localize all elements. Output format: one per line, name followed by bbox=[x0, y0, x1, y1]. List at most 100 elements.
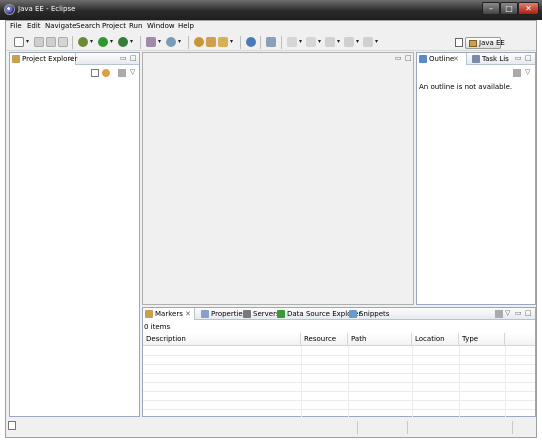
chevron-down-icon[interactable]: ▾ bbox=[299, 38, 302, 45]
fast-view-icon[interactable] bbox=[8, 421, 16, 430]
web-browser-icon[interactable] bbox=[246, 37, 256, 47]
markers-table[interactable]: Description Resource Path Location Type bbox=[143, 333, 535, 417]
menu-navigate[interactable]: Navigate bbox=[45, 22, 76, 30]
maximize-icon[interactable]: □ bbox=[405, 53, 412, 64]
column-header-type[interactable]: Type bbox=[459, 333, 505, 346]
chevron-down-icon[interactable]: ▾ bbox=[158, 38, 161, 45]
chevron-down-icon[interactable]: ▾ bbox=[230, 38, 233, 45]
link-with-editor-icon[interactable] bbox=[102, 69, 110, 77]
tab-snippets[interactable]: Snippets bbox=[347, 308, 389, 320]
menu-run[interactable]: Run bbox=[129, 22, 142, 30]
print-icon[interactable] bbox=[58, 37, 68, 47]
properties-icon bbox=[201, 310, 209, 318]
chevron-down-icon[interactable]: ▾ bbox=[356, 38, 359, 45]
chevron-down-icon[interactable]: ▾ bbox=[26, 38, 29, 45]
maximize-button[interactable]: □ bbox=[500, 2, 518, 15]
menu-project[interactable]: Project bbox=[102, 22, 126, 30]
menu-window[interactable]: Window bbox=[147, 22, 175, 30]
tab-label: Task Lis bbox=[482, 55, 509, 63]
debug-icon[interactable] bbox=[78, 37, 88, 47]
eclipse-app-icon bbox=[4, 4, 15, 15]
outline-panel: Outline ✕ Task Lis ▭ □ ▽ An outline is n… bbox=[416, 52, 536, 305]
new-java-project-icon[interactable] bbox=[146, 37, 156, 47]
view-menu-icon[interactable]: ▽ bbox=[130, 67, 135, 78]
menu-edit[interactable]: Edit bbox=[27, 22, 41, 30]
project-explorer-tabstrip: Project Explorer ✕ ▭ □ bbox=[10, 53, 139, 65]
tab-servers[interactable]: Servers bbox=[241, 308, 280, 320]
view-menu-icon[interactable] bbox=[118, 69, 126, 77]
tab-project-explorer[interactable]: Project Explorer bbox=[10, 53, 77, 65]
outline-tabstrip: Outline ✕ Task Lis ▭ □ bbox=[417, 53, 535, 65]
column-header-path[interactable]: Path bbox=[348, 333, 412, 346]
minimize-icon[interactable]: ▭ bbox=[120, 53, 127, 64]
chevron-down-icon[interactable]: ▾ bbox=[130, 38, 133, 45]
collapse-all-icon[interactable] bbox=[91, 69, 99, 77]
open-perspective-icon[interactable] bbox=[455, 38, 463, 47]
project-explorer-icon bbox=[12, 55, 20, 63]
forward-icon[interactable] bbox=[363, 37, 373, 47]
prev-annotation-icon[interactable] bbox=[306, 37, 316, 47]
chevron-down-icon[interactable]: ▾ bbox=[178, 38, 181, 45]
chevron-down-icon[interactable]: ▾ bbox=[375, 38, 378, 45]
eclipse-window: Java EE - Eclipse – □ ✕ File Edit Naviga… bbox=[0, 0, 542, 443]
menu-bar: File Edit Navigate Search Project Run Wi… bbox=[6, 21, 536, 33]
close-icon[interactable]: ✕ bbox=[453, 53, 459, 65]
save-all-icon[interactable] bbox=[46, 37, 56, 47]
minimize-icon[interactable]: ▭ bbox=[395, 53, 402, 64]
tab-properties[interactable]: Properties bbox=[199, 308, 246, 320]
run-external-icon[interactable] bbox=[118, 37, 128, 47]
tab-data-source-explorer[interactable]: Data Source Explorer bbox=[275, 308, 361, 320]
new-package-icon[interactable] bbox=[166, 37, 176, 47]
view-menu-icon[interactable] bbox=[495, 310, 503, 318]
search-icon[interactable] bbox=[218, 37, 228, 47]
maximize-icon[interactable]: □ bbox=[525, 53, 532, 64]
prev-annotation-icon[interactable] bbox=[287, 37, 297, 47]
column-divider bbox=[505, 346, 506, 417]
project-explorer-panel: Project Explorer ✕ ▭ □ ▽ bbox=[9, 52, 140, 417]
minimize-icon[interactable]: ▭ bbox=[515, 53, 522, 64]
run-icon[interactable] bbox=[98, 37, 108, 47]
chevron-down-icon[interactable]: ▾ bbox=[337, 38, 340, 45]
column-header-resource[interactable]: Resource bbox=[301, 333, 348, 346]
view-menu-icon[interactable] bbox=[513, 69, 521, 77]
tab-task-list[interactable]: Task Lis bbox=[470, 53, 510, 65]
column-divider bbox=[348, 346, 349, 417]
perspective-java-ee-button[interactable]: Java EE bbox=[465, 37, 505, 49]
chevron-down-icon[interactable]: ▾ bbox=[110, 38, 113, 45]
new-icon[interactable] bbox=[14, 37, 24, 47]
tab-label: Markers bbox=[155, 310, 183, 318]
maximize-icon[interactable]: □ bbox=[130, 53, 137, 64]
menu-search[interactable]: Search bbox=[76, 22, 100, 30]
open-task-icon[interactable] bbox=[206, 37, 216, 47]
back-icon[interactable] bbox=[325, 37, 335, 47]
markers-panel: Markers ✕ Properties Servers Data Source… bbox=[142, 307, 536, 417]
next-annotation-icon[interactable] bbox=[266, 37, 276, 47]
chevron-down-icon[interactable]: ▾ bbox=[90, 38, 93, 45]
minimize-icon[interactable]: ▭ bbox=[515, 308, 522, 319]
window-title: Java EE - Eclipse bbox=[18, 5, 76, 13]
maximize-icon[interactable]: □ bbox=[525, 308, 532, 319]
save-icon[interactable] bbox=[34, 37, 44, 47]
forward-icon[interactable] bbox=[344, 37, 354, 47]
minimize-button[interactable]: – bbox=[482, 2, 500, 15]
column-header-location[interactable]: Location bbox=[412, 333, 459, 346]
close-icon[interactable]: ✕ bbox=[68, 53, 74, 65]
chevron-down-icon[interactable]: ▾ bbox=[318, 38, 321, 45]
maximize-icon: □ bbox=[505, 4, 513, 13]
column-header-description[interactable]: Description bbox=[143, 333, 301, 346]
title-bar[interactable]: Java EE - Eclipse – □ ✕ bbox=[0, 0, 542, 20]
tab-outline[interactable]: Outline bbox=[417, 53, 467, 65]
table-row bbox=[143, 373, 535, 374]
open-type-icon[interactable] bbox=[194, 37, 204, 47]
outline-icon bbox=[419, 55, 427, 63]
menu-file[interactable]: File bbox=[10, 22, 22, 30]
column-header-filler bbox=[505, 333, 535, 346]
close-icon[interactable]: ✕ bbox=[185, 308, 191, 320]
menu-help[interactable]: Help bbox=[178, 22, 194, 30]
view-menu-icon[interactable]: ▽ bbox=[525, 67, 530, 78]
markers-tabstrip: Markers ✕ Properties Servers Data Source… bbox=[143, 308, 535, 320]
close-button[interactable]: ✕ bbox=[518, 2, 539, 15]
markers-icon bbox=[145, 310, 153, 318]
editor-area[interactable]: ▭ □ bbox=[142, 52, 414, 305]
view-menu-icon[interactable]: ▽ bbox=[505, 308, 510, 319]
